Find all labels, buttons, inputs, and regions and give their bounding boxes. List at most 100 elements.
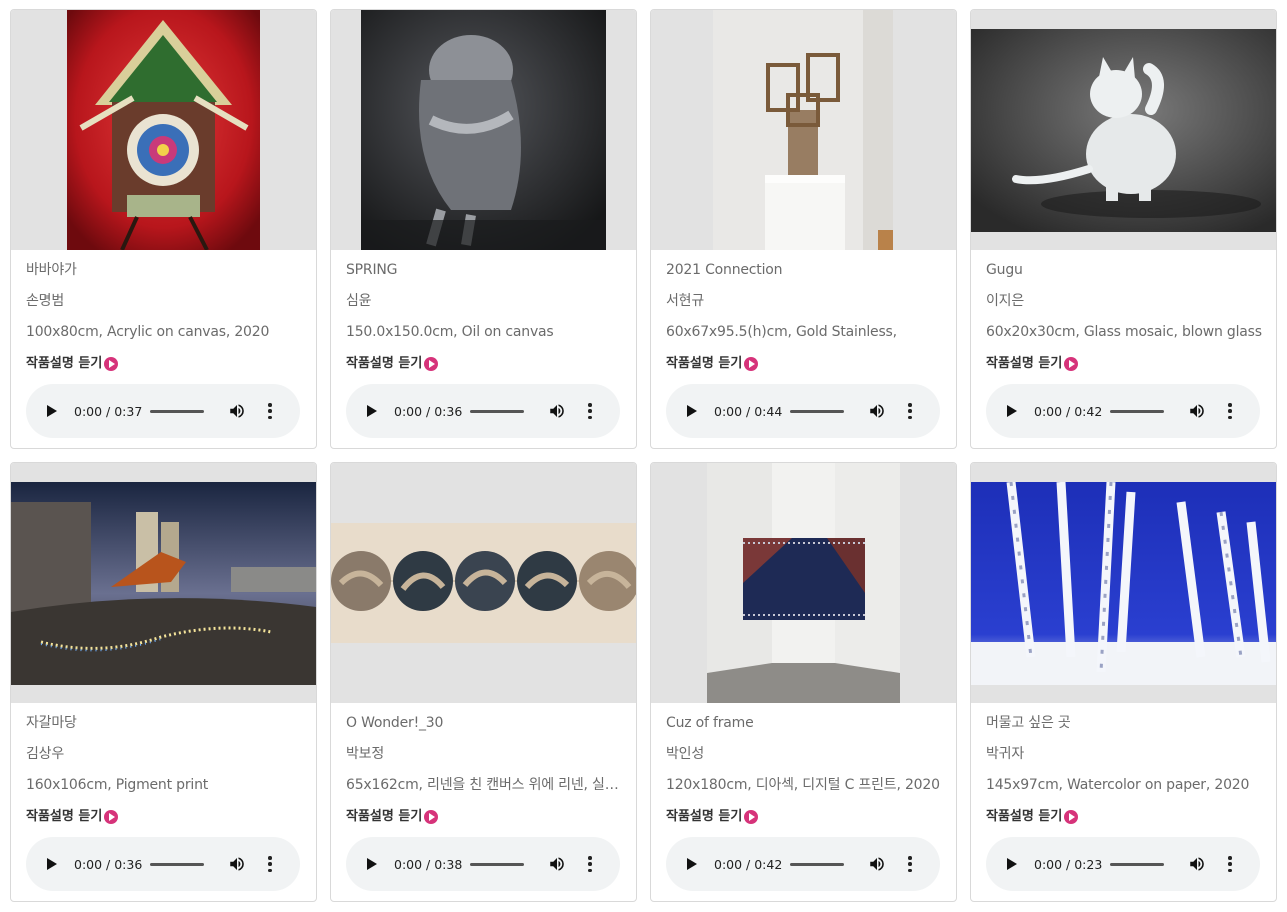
- play-circle-icon: [744, 810, 759, 824]
- play-icon[interactable]: [44, 856, 60, 872]
- playback-time: 0:00 / 0:42: [714, 856, 783, 872]
- artwork-spec: 60x67x95.5(h)cm, Gold Stainless,: [666, 324, 897, 340]
- more-vertical-icon[interactable]: [1228, 403, 1232, 419]
- playback-time: 0:00 / 0:36: [74, 856, 143, 872]
- listen-label: 작품설명 듣기: [346, 809, 423, 824]
- volume-icon[interactable]: [1188, 402, 1206, 420]
- artwork-title: 바바야가: [26, 262, 77, 278]
- artwork-card: 바바야가 손명범 100x80cm, Acrylic on canvas, 20…: [10, 9, 317, 449]
- artwork-thumbnail[interactable]: [331, 463, 636, 703]
- listen-label: 작품설명 듣기: [986, 809, 1063, 824]
- more-vertical-icon[interactable]: [588, 403, 592, 419]
- progress-slider[interactable]: [470, 409, 524, 413]
- playback-time: 0:00 / 0:42: [1034, 403, 1103, 419]
- artist-name: 이지은: [986, 293, 1025, 309]
- play-icon[interactable]: [1004, 856, 1020, 872]
- artwork-image: [971, 29, 1276, 232]
- playback-time: 0:00 / 0:38: [394, 856, 463, 872]
- artwork-thumbnail[interactable]: [11, 463, 316, 703]
- listen-description-link[interactable]: 작품설명 듣기: [986, 353, 1266, 375]
- artwork-thumbnail[interactable]: [651, 10, 956, 250]
- listen-description-link[interactable]: 작품설명 듣기: [986, 806, 1266, 828]
- listen-description-link[interactable]: 작품설명 듣기: [666, 353, 946, 375]
- artwork-card: SPRING 심윤 150.0x150.0cm, Oil on canvas 작…: [330, 9, 637, 449]
- audio-player: 0:00 / 0:36: [26, 837, 300, 891]
- play-circle-icon: [104, 357, 119, 371]
- more-vertical-icon[interactable]: [1228, 856, 1232, 872]
- artwork-card: Cuz of frame 박인성 120x180cm, 디아섹, 디지털 C 프…: [650, 462, 957, 902]
- listen-label: 작품설명 듣기: [666, 356, 743, 371]
- volume-icon[interactable]: [868, 855, 886, 873]
- artwork-spec: 145x97cm, Watercolor on paper, 2020: [986, 777, 1250, 793]
- artwork-image: [971, 482, 1276, 685]
- listen-label: 작품설명 듣기: [986, 356, 1063, 371]
- artwork-image: [713, 10, 893, 250]
- play-circle-icon: [1064, 357, 1079, 371]
- artwork-image: [707, 463, 900, 703]
- more-vertical-icon[interactable]: [908, 856, 912, 872]
- play-icon[interactable]: [364, 856, 380, 872]
- artwork-thumbnail[interactable]: [971, 463, 1276, 703]
- artist-name: 박인성: [666, 746, 705, 762]
- play-icon[interactable]: [44, 403, 60, 419]
- artwork-title: SPRING: [346, 262, 398, 278]
- progress-slider[interactable]: [150, 409, 204, 413]
- more-vertical-icon[interactable]: [588, 856, 592, 872]
- progress-slider[interactable]: [1110, 862, 1164, 866]
- play-circle-icon: [1064, 810, 1079, 824]
- progress-slider[interactable]: [1110, 409, 1164, 413]
- more-vertical-icon[interactable]: [908, 403, 912, 419]
- listen-description-link[interactable]: 작품설명 듣기: [26, 353, 306, 375]
- progress-slider[interactable]: [790, 862, 844, 866]
- listen-description-link[interactable]: 작품설명 듣기: [666, 806, 946, 828]
- artwork-card: 자갈마당 김상우 160x106cm, Pigment print 작품설명 듣…: [10, 462, 317, 902]
- artwork-image: [361, 10, 606, 250]
- artwork-card: Gugu 이지은 60x20x30cm, Glass mosaic, blown…: [970, 9, 1277, 449]
- playback-time: 0:00 / 0:23: [1034, 856, 1103, 872]
- play-icon[interactable]: [684, 403, 700, 419]
- volume-icon[interactable]: [548, 855, 566, 873]
- more-vertical-icon[interactable]: [268, 403, 272, 419]
- artist-name: 심윤: [346, 293, 372, 309]
- artwork-thumbnail[interactable]: [331, 10, 636, 250]
- artwork-spec: 160x106cm, Pigment print: [26, 777, 209, 793]
- listen-label: 작품설명 듣기: [666, 809, 743, 824]
- play-circle-icon: [424, 810, 439, 824]
- more-vertical-icon[interactable]: [268, 856, 272, 872]
- artwork-image: [331, 523, 636, 643]
- artist-name: 서현규: [666, 293, 705, 309]
- artwork-title: Gugu: [986, 262, 1023, 278]
- listen-description-link[interactable]: 작품설명 듣기: [346, 806, 626, 828]
- artwork-thumbnail[interactable]: [651, 463, 956, 703]
- listen-label: 작품설명 듣기: [26, 356, 103, 371]
- artwork-thumbnail[interactable]: [11, 10, 316, 250]
- progress-slider[interactable]: [470, 862, 524, 866]
- artwork-image: [11, 482, 316, 685]
- listen-description-link[interactable]: 작품설명 듣기: [26, 806, 306, 828]
- progress-slider[interactable]: [150, 862, 204, 866]
- artist-name: 김상우: [26, 746, 65, 762]
- audio-player: 0:00 / 0:37: [26, 384, 300, 438]
- volume-icon[interactable]: [548, 402, 566, 420]
- artwork-title: O Wonder!_30: [346, 715, 444, 731]
- playback-time: 0:00 / 0:37: [74, 403, 143, 419]
- volume-icon[interactable]: [228, 402, 246, 420]
- artist-name: 손명범: [26, 293, 65, 309]
- artwork-thumbnail[interactable]: [971, 10, 1276, 250]
- audio-player: 0:00 / 0:42: [666, 837, 940, 891]
- volume-icon[interactable]: [1188, 855, 1206, 873]
- progress-slider[interactable]: [790, 409, 844, 413]
- volume-icon[interactable]: [228, 855, 246, 873]
- artwork-card: 머물고 싶은 곳 박귀자 145x97cm, Watercolor on pap…: [970, 462, 1277, 902]
- audio-player: 0:00 / 0:38: [346, 837, 620, 891]
- audio-player: 0:00 / 0:44: [666, 384, 940, 438]
- artwork-spec: 60x20x30cm, Glass mosaic, blown glass: [986, 324, 1262, 340]
- volume-icon[interactable]: [868, 402, 886, 420]
- play-icon[interactable]: [1004, 403, 1020, 419]
- artwork-card: O Wonder!_30 박보정 65x162cm, 리넨을 친 캔버스 위에 …: [330, 462, 637, 902]
- play-icon[interactable]: [684, 856, 700, 872]
- audio-player: 0:00 / 0:42: [986, 384, 1260, 438]
- artwork-spec: 150.0x150.0cm, Oil on canvas: [346, 324, 554, 340]
- listen-description-link[interactable]: 작품설명 듣기: [346, 353, 626, 375]
- play-icon[interactable]: [364, 403, 380, 419]
